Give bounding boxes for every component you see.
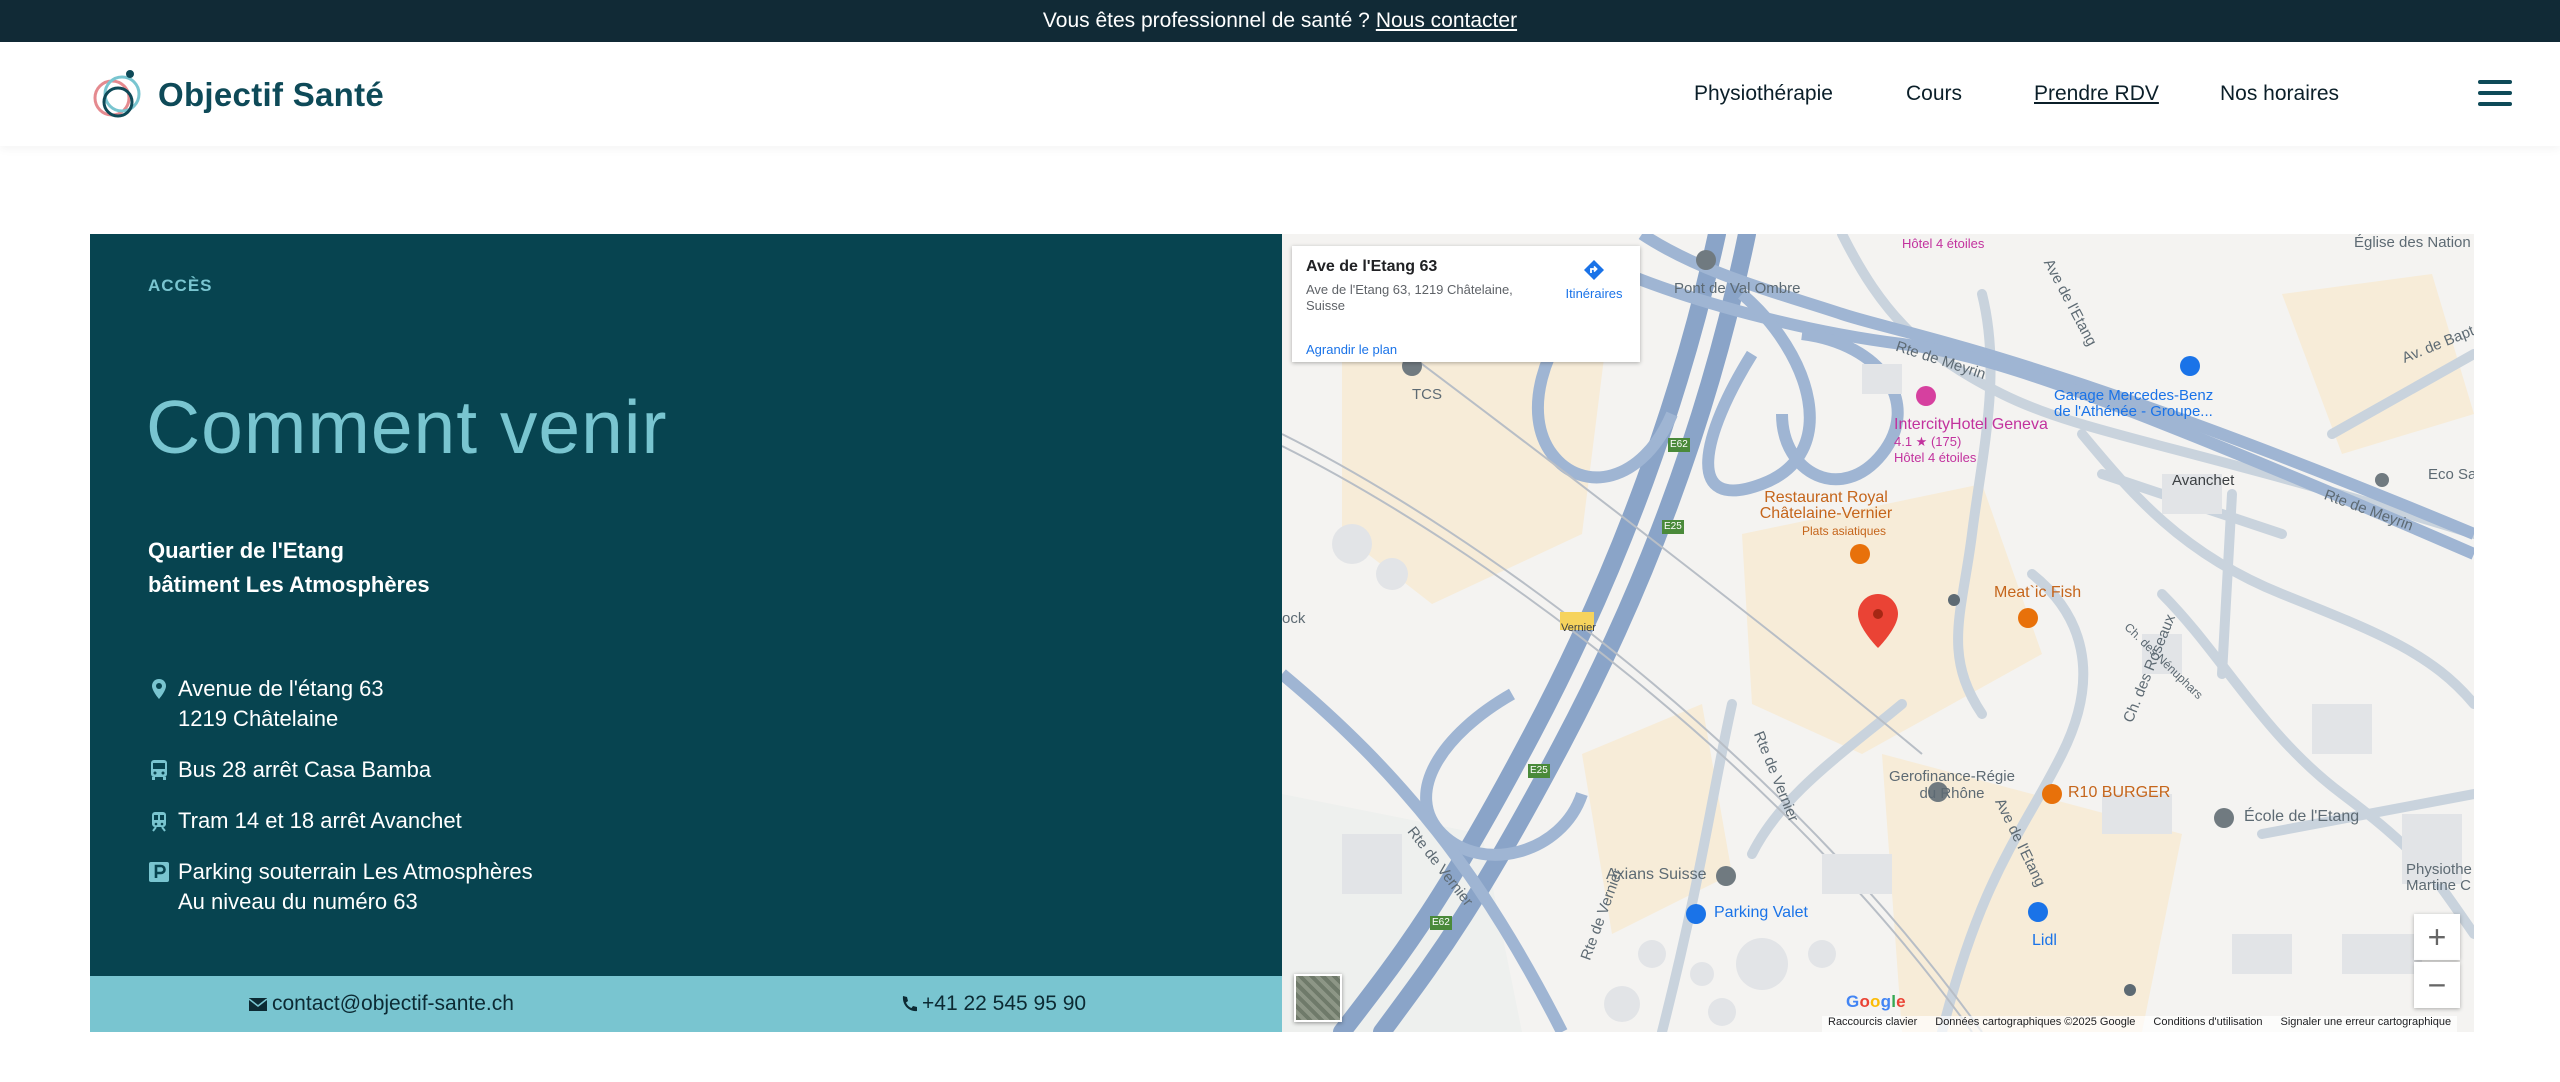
site-header: Objectif Santé Physiothérapie Cours Pren…	[0, 42, 2560, 146]
map-label: Église des Nation	[2354, 234, 2471, 251]
hamburger-icon[interactable]	[2478, 80, 2512, 108]
map-label: Garage Mercedes-Benz de l'Athénée - Grou…	[2054, 387, 2214, 420]
zoom-out-button[interactable]: −	[2414, 962, 2460, 1008]
section-eyebrow: ACCÈS	[148, 276, 213, 295]
place-address: Ave de l'Etang 63, 1219 Châtelaine, Suis…	[1306, 282, 1513, 313]
logo-rings-icon	[93, 70, 141, 118]
directions-label: Itinéraires	[1565, 286, 1623, 301]
zoom-in-button[interactable]: +	[2414, 914, 2460, 960]
phone-link[interactable]: +41 22 545 95 90	[900, 992, 1086, 1016]
access-info-list: Avenue de l'étang 63 1219 Châtelaine Bus…	[148, 674, 533, 938]
nav-prendre-rdv[interactable]: Prendre RDV	[2034, 82, 2159, 106]
parking-item: Parking souterrain Les Atmosphères Au ni…	[148, 857, 533, 917]
announcement-text: Vous êtes professionnel de santé ?	[1042, 9, 1370, 32]
map-label: R10 BURGER	[2068, 784, 2171, 801]
contact-bar: contact@objectif-sante.ch +41 22 545 95 …	[90, 976, 1282, 1032]
email-link[interactable]: contact@objectif-sante.ch	[248, 992, 514, 1016]
map-label: Hôtel 4 étoiles	[1902, 236, 1985, 251]
map-label: E25	[1664, 521, 1682, 532]
parking-line2: Au niveau du numéro 63	[178, 889, 418, 914]
tram-line: Tram 14 et 18 arrêt Avanchet	[178, 808, 462, 833]
map-label: Lidl	[2032, 932, 2057, 949]
map-label: Vernier	[1561, 622, 1596, 634]
announcement-bar: Vous êtes professionnel de santé ? Nous …	[0, 0, 2560, 42]
district-line: Quartier de l'Etang	[148, 538, 344, 563]
map-label: Hôtel 4 étoiles	[1894, 450, 1977, 465]
map-label: E25	[1530, 765, 1548, 776]
google-logo: Google	[1846, 992, 1906, 1011]
address-item: Avenue de l'étang 63 1219 Châtelaine	[148, 674, 533, 734]
map-label: Pont de Val Ombre	[1674, 280, 1801, 297]
parking-line1: Parking souterrain Les Atmosphères	[178, 859, 533, 884]
nav-nos-horaires[interactable]: Nos horaires	[2220, 82, 2339, 106]
place-title: Ave de l'Etang 63	[1306, 258, 1438, 275]
map-label: E62	[1670, 439, 1688, 450]
map-label: IntercityHotel Geneva	[1894, 416, 2048, 433]
keyboard-shortcuts-link[interactable]: Raccourcis clavier	[1828, 1016, 1917, 1032]
directions-icon	[1584, 260, 1604, 280]
access-panel: ACCÈS Comment venir Quartier de l'Etang …	[90, 234, 1282, 1032]
map-label: Eco Sa	[2428, 466, 2474, 483]
map-label: Parking Valet	[1714, 904, 1808, 921]
district-block: Quartier de l'Etang bâtiment Les Atmosph…	[148, 534, 430, 602]
building-line: bâtiment Les Atmosphères	[148, 572, 430, 597]
map-label: TCS	[1412, 386, 1442, 403]
address-line1: Avenue de l'étang 63	[178, 676, 384, 701]
map-type-toggle[interactable]	[1294, 974, 1342, 1022]
tram-icon	[152, 812, 166, 832]
parking-icon	[149, 862, 169, 882]
bus-line: Bus 28 arrêt Casa Bamba	[178, 757, 432, 782]
email-text: contact@objectif-sante.ch	[272, 992, 514, 1015]
map-label: Restaurant Royal Châtelaine-Vernier	[1759, 489, 1893, 522]
envelope-icon	[248, 998, 268, 1011]
place-info-card: Ave de l'Etang 63 Ave de l'Etang 63, 121…	[1292, 246, 1640, 362]
map-pin-icon	[152, 679, 166, 699]
map-label: Plats asiatiques	[1802, 524, 1887, 538]
tram-item: Tram 14 et 18 arrêt Avanchet	[148, 806, 533, 836]
section-title: Comment venir	[146, 385, 668, 469]
google-map[interactable]: Hôtel 4 étoiles Église des Nation Pont d…	[1282, 234, 2474, 1032]
map-label: 4.1 ★ (175)	[1894, 434, 1962, 449]
logo-text: Objectif Santé	[158, 76, 385, 113]
map-label: Meat`ic Fish	[1994, 584, 2082, 601]
bus-item: Bus 28 arrêt Casa Bamba	[148, 755, 533, 785]
map-attribution: Raccourcis clavier Données cartographiqu…	[1822, 1016, 2458, 1032]
phone-icon	[902, 996, 917, 1012]
bus-icon	[151, 760, 167, 780]
address-line2: 1219 Châtelaine	[178, 706, 339, 731]
map-label: Physiothe Martine C	[2406, 861, 2472, 894]
phone-text: +41 22 545 95 90	[922, 992, 1087, 1015]
map-label: Axians Suisse	[1606, 866, 1707, 883]
map-data-credit: Données cartographiques ©2025 Google	[1935, 1016, 2136, 1028]
terms-link[interactable]: Conditions d'utilisation	[2153, 1016, 2262, 1032]
map-label: École de l'Etang	[2244, 808, 2360, 825]
nav-cours[interactable]: Cours	[1906, 82, 1962, 106]
directions-button[interactable]: Itinéraires	[1554, 258, 1634, 301]
contact-us-link[interactable]: Nous contacter	[1376, 9, 1517, 33]
map-label: E62	[1432, 917, 1450, 928]
enlarge-map-link[interactable]: Agrandir le plan	[1306, 342, 1397, 357]
map-label: Avanchet	[2172, 472, 2235, 489]
report-error-link[interactable]: Signaler une erreur cartographique	[2281, 1016, 2452, 1032]
site-logo[interactable]: Objectif Santé	[88, 64, 384, 126]
nav-physiotherapie[interactable]: Physiothérapie	[1694, 82, 1833, 106]
map-label: ock	[1282, 610, 1306, 627]
